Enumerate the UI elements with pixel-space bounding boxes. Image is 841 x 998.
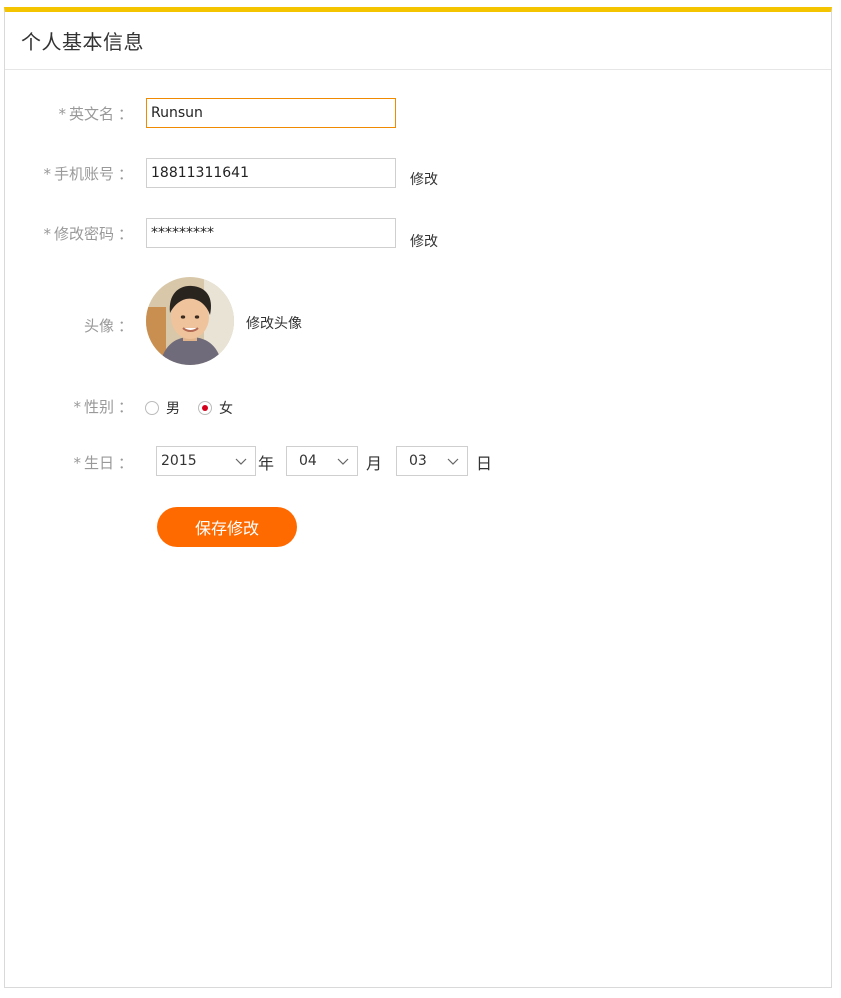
password-row: *修改密码： 修改 — [5, 217, 831, 251]
panel-header: 个人基本信息 — [5, 12, 831, 70]
birthday-label: * 生日： — [73, 454, 133, 472]
change-avatar-link[interactable]: 修改头像 — [246, 313, 302, 333]
password-modify-link[interactable]: 修改 — [410, 231, 438, 251]
phone-input[interactable] — [146, 158, 396, 188]
avatar-photo-icon — [146, 277, 234, 365]
gender-option-male[interactable]: 男 — [145, 398, 180, 418]
chevron-down-icon — [337, 458, 349, 465]
avatar[interactable] — [146, 277, 234, 365]
birthday-row: * 生日： 2015 年 04 月 03 日 — [5, 446, 831, 478]
gender-row: * 性别： 男 女 — [5, 396, 831, 420]
birth-month-select[interactable]: 04 — [286, 446, 358, 476]
birth-year-select[interactable]: 2015 — [156, 446, 256, 476]
gender-label: * 性别： — [73, 398, 133, 416]
chevron-down-icon — [447, 458, 459, 465]
phone-row: *手机账号： 修改 — [5, 157, 831, 189]
english-name-input[interactable] — [146, 98, 396, 128]
save-row: 保存修改 — [5, 507, 831, 547]
month-unit: 月 — [366, 454, 383, 473]
phone-modify-link[interactable]: 修改 — [410, 169, 438, 189]
day-unit: 日 — [476, 454, 493, 473]
gender-radio-group: 男 女 — [145, 398, 251, 418]
english-name-row: * 英文名： — [5, 97, 831, 129]
radio-unchecked-icon[interactable] — [145, 401, 159, 415]
avatar-label: 头像： — [83, 317, 133, 335]
password-input[interactable] — [146, 218, 396, 248]
english-name-label: * 英文名： — [58, 105, 133, 123]
save-button[interactable]: 保存修改 — [157, 507, 297, 547]
birth-day-select[interactable]: 03 — [396, 446, 468, 476]
radio-checked-icon[interactable] — [198, 401, 212, 415]
password-label: * 修改密码： — [43, 225, 133, 243]
phone-label: * 手机账号： — [43, 165, 133, 183]
chevron-down-icon — [235, 458, 247, 465]
year-unit: 年 — [258, 454, 275, 473]
avatar-row: 头像： 修改头像 — [5, 277, 831, 367]
profile-panel: 个人基本信息 *英文名： *手机账号： 修改 *修改密码： 修改 头像： — [4, 7, 832, 988]
gender-option-female[interactable]: 女 — [198, 398, 233, 418]
page-title: 个人基本信息 — [21, 30, 144, 54]
